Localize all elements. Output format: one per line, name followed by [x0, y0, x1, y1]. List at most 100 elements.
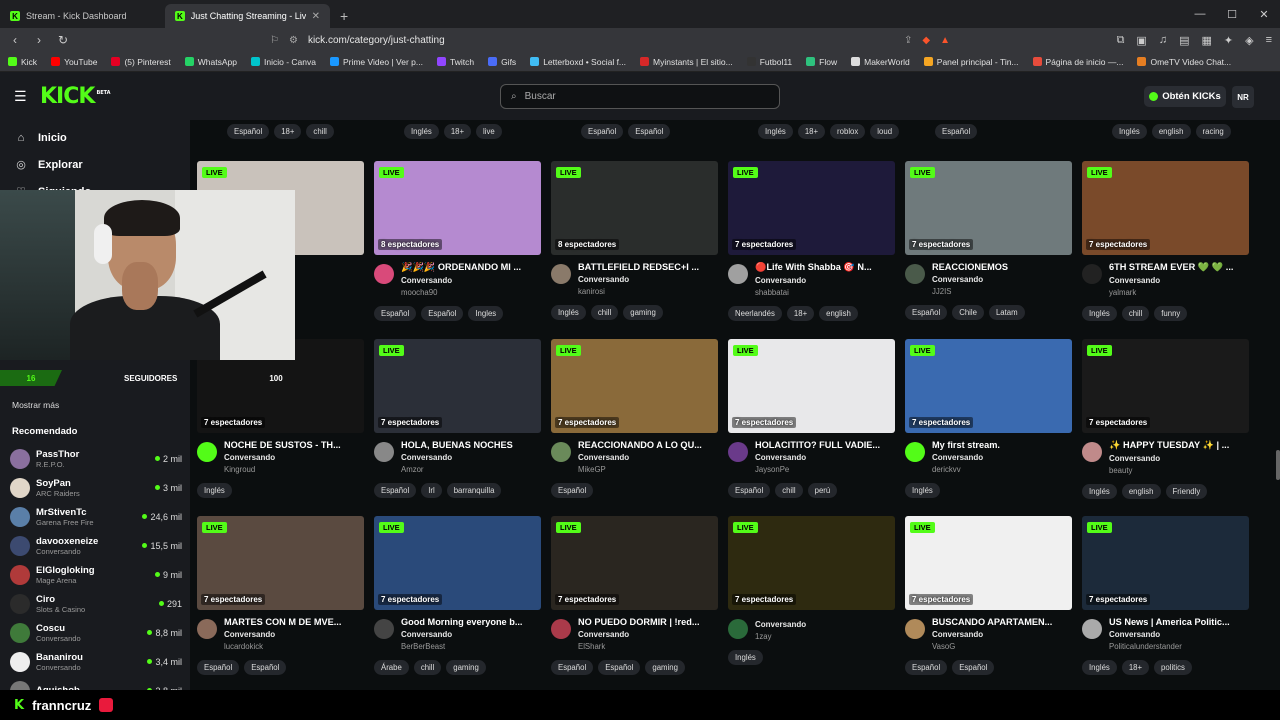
- stream-tag[interactable]: Chile: [952, 305, 984, 320]
- stream-tag[interactable]: Inglés: [1082, 306, 1117, 321]
- streamer-username[interactable]: moocha90: [401, 288, 539, 297]
- stream-tag[interactable]: Español: [728, 483, 771, 498]
- streamer-avatar[interactable]: [1082, 619, 1102, 639]
- recommended-channel[interactable]: PassThor R.E.P.O. 2 mil: [10, 444, 182, 473]
- stream-tag[interactable]: 18+: [274, 124, 302, 139]
- stream-thumbnail[interactable]: LIVE 7 espectadores: [728, 516, 895, 610]
- streamer-username[interactable]: yalmark: [1109, 288, 1247, 297]
- stream-title[interactable]: HOLA, BUENAS NOCHES: [401, 440, 539, 450]
- stream-category[interactable]: Conversando: [224, 453, 362, 462]
- stream-tag[interactable]: Inglés: [197, 483, 232, 498]
- forward-icon[interactable]: ›: [32, 33, 46, 47]
- stream-card[interactable]: LIVE 7 espectadores US News | America Poli…: [1082, 516, 1249, 675]
- stream-tag[interactable]: Español: [905, 660, 948, 675]
- stream-tag[interactable]: english: [819, 306, 858, 321]
- streamer-username[interactable]: derickvv: [932, 465, 1070, 474]
- bookmark-item[interactable]: YouTube: [51, 57, 97, 67]
- stream-card[interactable]: LIVE7 espectadoresNOCHE DE SUSTOS - TH..…: [197, 339, 364, 498]
- stream-thumbnail[interactable]: LIVE 8 espectadores: [374, 161, 541, 255]
- stream-tag[interactable]: Español: [244, 660, 287, 675]
- stream-title[interactable]: Good Morning everyone b...: [401, 617, 539, 627]
- browser-tab-just-chatting[interactable]: K Just Chatting Streaming - Live St ✕: [165, 4, 330, 28]
- stream-tag[interactable]: Español: [581, 124, 624, 139]
- stream-card[interactable]: LIVE 7 espectadores Good Morning everyone …: [374, 516, 541, 675]
- stream-tag[interactable]: 18+: [797, 124, 826, 139]
- bookmark-item[interactable]: (5) Pinterest: [111, 57, 171, 67]
- stream-category[interactable]: Conversando: [932, 275, 1070, 284]
- brave-shield-icon[interactable]: ◆: [922, 35, 930, 46]
- streamer-avatar[interactable]: [728, 619, 748, 639]
- bookmark-item[interactable]: OmeTV Video Chat...: [1137, 57, 1231, 67]
- user-avatar[interactable]: NR: [1232, 86, 1254, 108]
- streamer-avatar[interactable]: [728, 264, 748, 284]
- stream-tag[interactable]: roblox: [830, 124, 866, 139]
- stream-tag[interactable]: Inglés: [905, 483, 940, 498]
- stream-category[interactable]: Conversando: [578, 453, 716, 462]
- bookmark-item[interactable]: Gifs: [488, 57, 516, 67]
- extensions-icon[interactable]: ⧉: [1117, 34, 1125, 47]
- recommended-channel[interactable]: ElGlogloking Mage Arena 9 mil: [10, 560, 182, 589]
- bookmark-icon[interactable]: ⚐: [270, 35, 279, 46]
- stream-tag[interactable]: politics: [1154, 660, 1192, 675]
- stream-tag[interactable]: chill: [590, 305, 619, 320]
- streamer-avatar[interactable]: [551, 442, 571, 462]
- stream-tag[interactable]: chill: [1121, 306, 1150, 321]
- stream-tag[interactable]: Ingles: [468, 306, 504, 321]
- show-more-link[interactable]: Mostrar más: [12, 400, 59, 410]
- stream-category[interactable]: Conversando: [755, 453, 893, 462]
- wallet-icon[interactable]: ▦: [1201, 34, 1211, 47]
- new-tab-button[interactable]: +: [330, 4, 358, 28]
- stream-tag[interactable]: barranquilla: [446, 483, 502, 498]
- streamer-avatar[interactable]: [728, 442, 748, 462]
- stream-tag[interactable]: Neerlandés: [728, 306, 782, 321]
- stream-category[interactable]: Conversando: [755, 620, 893, 629]
- bookmark-item[interactable]: Myinstants | El sitio...: [640, 57, 733, 67]
- stream-title[interactable]: NO PUEDO DORMIR | !red...: [578, 617, 716, 627]
- bookmark-item[interactable]: Kick: [8, 57, 37, 67]
- bookmark-item[interactable]: Prime Video | Ver p...: [329, 57, 423, 67]
- vpn-icon[interactable]: ◈: [1245, 34, 1253, 47]
- streamer-username[interactable]: beauty: [1109, 466, 1247, 475]
- stream-tag[interactable]: 18+: [786, 306, 815, 321]
- stream-tag[interactable]: Español: [421, 306, 464, 321]
- stream-tag[interactable]: loud: [870, 124, 900, 139]
- bookmark-item[interactable]: Letterboxd • Social f...: [530, 57, 626, 67]
- bookmark-item[interactable]: WhatsApp: [184, 57, 237, 67]
- stream-tag[interactable]: gaming: [623, 305, 663, 320]
- leo-icon[interactable]: ✦: [1224, 34, 1233, 47]
- stream-title[interactable]: 🔴Life With Shabba 🎯 N...: [755, 262, 893, 273]
- stream-thumbnail[interactable]: LIVE 7 espectadores: [728, 161, 895, 255]
- stream-category[interactable]: Conversando: [401, 453, 539, 462]
- streamer-username[interactable]: kanirosi: [578, 287, 716, 296]
- stream-thumbnail[interactable]: LIVE 7 espectadores: [551, 516, 718, 610]
- bookmark-item[interactable]: Inicio - Canva: [250, 57, 316, 67]
- bookmark-item[interactable]: Panel principal - Tin...: [923, 57, 1019, 67]
- bookmark-item[interactable]: Página de inicio —...: [1032, 57, 1123, 67]
- streamer-username[interactable]: ElShark: [578, 642, 716, 651]
- streamer-avatar[interactable]: [374, 264, 394, 284]
- streamer-username[interactable]: 1zay: [755, 632, 893, 641]
- stream-card[interactable]: LIVE 8 espectadores BATTLEFIELD REDSEC+I .…: [551, 161, 718, 320]
- recommended-channel[interactable]: davooxeneize Conversando 15,5 mil: [10, 531, 182, 560]
- sidebar-item-explorar[interactable]: ◎ Explorar: [0, 151, 190, 178]
- minimize-icon[interactable]: —: [1184, 8, 1216, 20]
- stream-tag[interactable]: Español: [551, 660, 594, 675]
- stream-thumbnail[interactable]: LIVE 7 espectadores: [197, 516, 364, 610]
- streamer-username[interactable]: JaysonPe: [755, 465, 893, 474]
- stream-tag[interactable]: Inglés: [1082, 484, 1117, 499]
- recommended-channel[interactable]: Bananirou Conversando 3,4 mil: [10, 647, 182, 676]
- streamer-avatar[interactable]: [905, 619, 925, 639]
- menu-icon[interactable]: ≡: [1266, 34, 1272, 47]
- stream-tag[interactable]: Español: [952, 660, 995, 675]
- site-info-icon[interactable]: ⚙: [289, 35, 298, 46]
- stream-tag[interactable]: Español: [374, 306, 417, 321]
- stream-card[interactable]: LIVE 7 espectadores BUSCANDO APARTAMEN... C…: [905, 516, 1072, 675]
- stream-tag[interactable]: chill: [413, 660, 442, 675]
- page-scrollbar[interactable]: [1276, 450, 1280, 480]
- stream-thumbnail[interactable]: LIVE 7 espectadores: [728, 339, 895, 433]
- stream-thumbnail[interactable]: LIVE 8 espectadores: [551, 161, 718, 255]
- streamer-username[interactable]: Amzor: [401, 465, 539, 474]
- stream-tag[interactable]: Irl: [421, 483, 442, 498]
- stream-tag[interactable]: chill: [306, 124, 334, 139]
- stream-tag[interactable]: Español: [935, 124, 978, 139]
